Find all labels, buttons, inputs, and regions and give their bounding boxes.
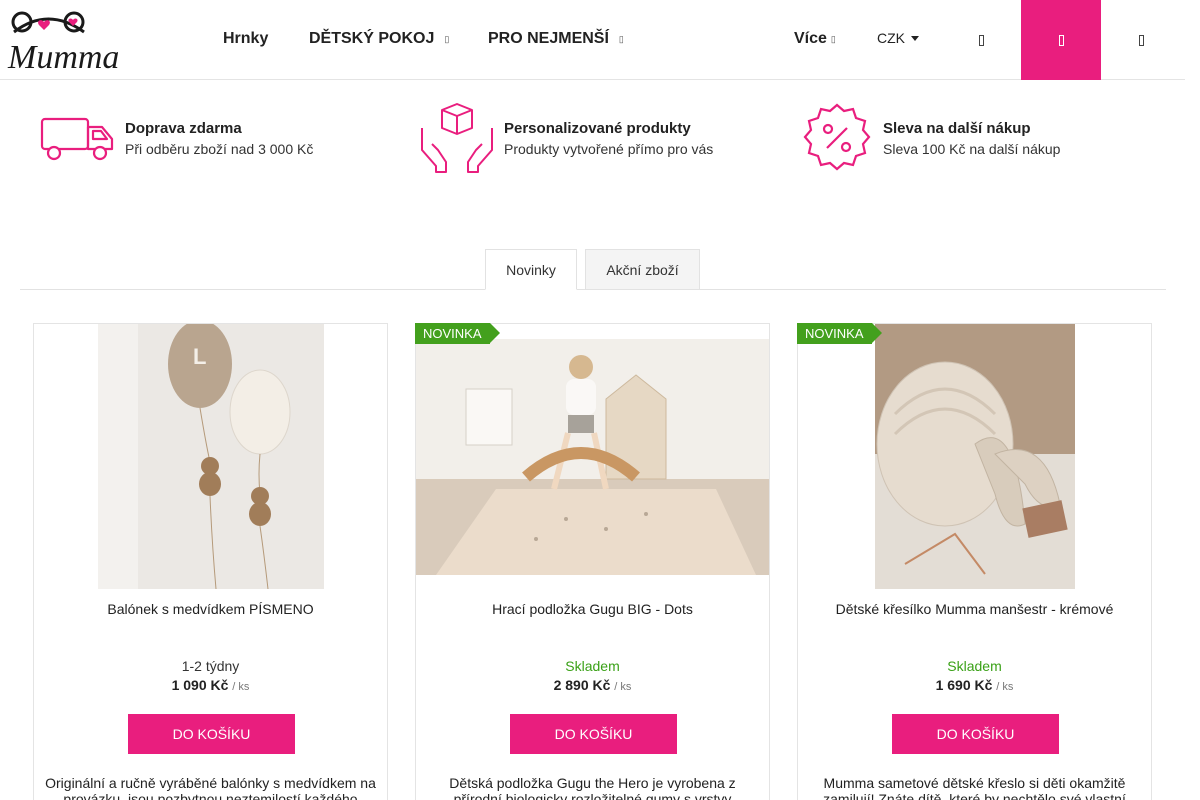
nav-item-detsky-pokoj[interactable]: DĚTSKÝ POKOJ ▯ — [309, 30, 449, 48]
product-price: 2 890 Kč / ks — [416, 677, 769, 693]
product-card: NOVINKA Hrací podložka Gugu BIG - Dots S… — [415, 323, 770, 800]
product-name[interactable]: Hrací podložka Gugu BIG - Dots — [416, 601, 769, 617]
nav-item-label: PRO NEJMENŠÍ — [488, 30, 609, 47]
site-header: Mumma Hrnky DĚTSKÝ POKOJ ▯ PRO NEJMENŠÍ … — [0, 0, 1185, 80]
cart-button[interactable] — [1021, 0, 1101, 80]
price-amount: 1 090 Kč — [171, 677, 229, 693]
mumma-logo[interactable]: Mumma — [4, 8, 136, 76]
product-availability: Skladem — [947, 658, 1002, 674]
benefit-title: Sleva na další nákup — [883, 119, 1031, 137]
add-to-cart-button[interactable]: DO KOŠÍKU — [128, 714, 295, 754]
nav-item-label: Více — [794, 30, 827, 47]
search-icon — [978, 34, 984, 46]
currency-select[interactable]: CZK — [877, 30, 919, 46]
price-unit: / ks — [996, 681, 1014, 693]
benefit-discount: Sleva na další nákup Sleva 100 Kč na dal… — [801, 100, 1060, 176]
price-amount: 2 890 Kč — [553, 677, 611, 693]
benefit-free-shipping: Doprava zdarma Při odběru zboží nad 3 00… — [40, 100, 313, 176]
benefit-title: Personalizované produkty — [504, 119, 691, 137]
nav-item-hrnky[interactable]: Hrnky — [223, 30, 268, 48]
tab-akcni-zbozi[interactable]: Akční zboží — [585, 249, 700, 290]
add-to-cart-button[interactable]: DO KOŠÍKU — [892, 714, 1059, 754]
product-description: Dětská podložka Gugu the Hero je vyroben… — [449, 775, 736, 800]
benefit-title: Doprava zdarma — [125, 119, 242, 137]
product-image[interactable] — [875, 324, 1075, 589]
truck-icon — [40, 117, 114, 161]
nav-item-label: DĚTSKÝ POKOJ — [309, 30, 435, 47]
gift-hands-icon — [421, 103, 493, 173]
chevron-down-icon: ▯ — [830, 33, 836, 44]
product-flag: NOVINKA — [797, 323, 881, 344]
currency-value: CZK — [877, 30, 905, 46]
cart-icon — [1058, 34, 1064, 46]
product-price: 1 090 Kč / ks — [34, 677, 387, 693]
nav-item-pro-nejmensi[interactable]: PRO NEJMENŠÍ ▯ — [488, 30, 624, 48]
product-name[interactable]: Balónek s medvídkem PÍSMENO — [34, 601, 387, 617]
product-flag: NOVINKA — [415, 323, 499, 344]
product-image[interactable] — [416, 339, 769, 575]
product-name[interactable]: Dětské křesílko Mumma manšestr - krémové — [798, 601, 1151, 617]
user-button[interactable] — [1101, 0, 1181, 80]
nav-item-label: Hrnky — [223, 30, 269, 47]
product-image[interactable]: L — [98, 324, 324, 589]
benefit-personalized: Personalizované produkty Produkty vytvoř… — [418, 100, 713, 176]
benefit-text: Sleva 100 Kč na další nákup — [883, 140, 1061, 157]
product-description: Originální a ručně vyráběné balónky s me… — [45, 775, 376, 800]
benefit-text: Při odběru zboží nad 3 000 Kč — [125, 140, 314, 157]
price-unit: / ks — [232, 681, 250, 693]
caret-down-icon — [911, 35, 919, 41]
nav-item-more[interactable]: Více ▯ — [794, 30, 836, 48]
product-card: L Balónek s medvídkem PÍSMENO 1-2 týdny … — [33, 323, 388, 800]
product-availability: 1-2 týdny — [181, 658, 240, 674]
search-button[interactable] — [941, 0, 1021, 80]
logo-text: Mumma — [7, 39, 119, 72]
user-icon — [1138, 34, 1144, 46]
chevron-down-icon: ▯ — [618, 33, 624, 44]
product-price: 1 690 Kč / ks — [798, 677, 1151, 693]
chevron-down-icon: ▯ — [444, 33, 450, 44]
add-to-cart-button[interactable]: DO KOŠÍKU — [510, 714, 677, 754]
percent-badge-icon — [803, 103, 871, 171]
price-unit: / ks — [614, 681, 632, 693]
benefit-text: Produkty vytvořené přímo pro vás — [504, 140, 714, 157]
price-amount: 1 690 Kč — [935, 677, 993, 693]
product-description: Mumma sametové dětské křeslo si děti oka… — [823, 775, 1126, 800]
tab-novinky[interactable]: Novinky — [485, 249, 577, 290]
product-availability: Skladem — [565, 658, 620, 674]
svg-text:L: L — [193, 344, 206, 369]
product-card: NOVINKA Dětské křesílko Mumma manšestr -… — [797, 323, 1152, 800]
